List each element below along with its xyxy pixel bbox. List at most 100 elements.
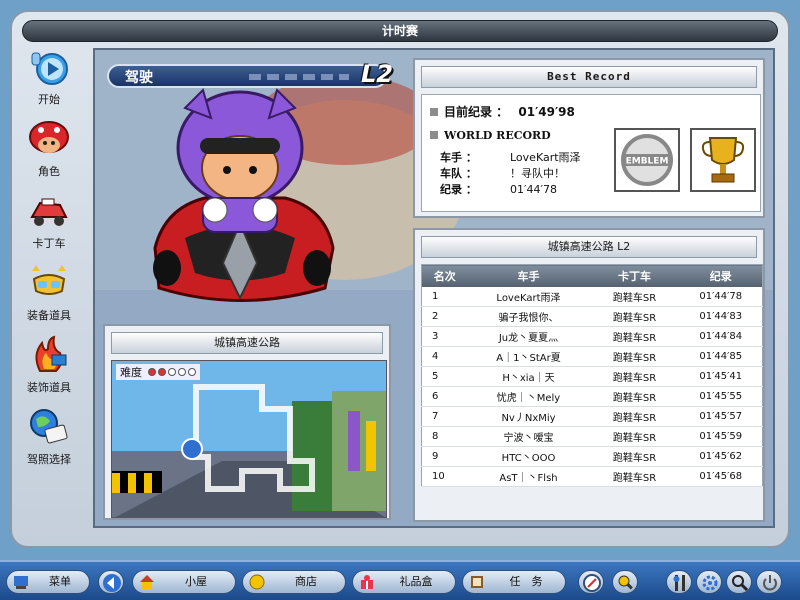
sidebar-label: 装饰道具 — [27, 381, 71, 394]
driver-cell: LoveKart雨泽 — [467, 286, 590, 307]
record-cell: 01′45′55 — [679, 386, 763, 407]
rank-cell: 9 — [421, 446, 468, 467]
record-key: 纪录 ： — [440, 183, 477, 196]
sidebar-label: 装备道具 — [27, 309, 71, 322]
tools-button[interactable] — [666, 570, 692, 594]
menu-icon — [14, 576, 28, 589]
kart-cell: 跑鞋车SR — [589, 366, 680, 387]
rank-cell: 4 — [421, 346, 468, 367]
table-row[interactable]: 9 HTC丶OOO 跑鞋车SR 01′45′62 — [421, 446, 763, 467]
table-row[interactable]: 2 骗子我恨你、 跑鞋车SR 01′44′83 — [421, 306, 763, 327]
ranking-panel: 城镇高速公路 L2 名次 车手 卡丁车 纪录 1 LoveKart雨泽 跑鞋车SR 0… — [413, 228, 765, 522]
best-record-header: Best Record — [421, 66, 757, 88]
table-row[interactable]: 1 LoveKart雨泽 跑鞋车SR 01′44′78 — [421, 286, 763, 307]
table-row[interactable]: 5 H丶xia｜天 跑鞋车SR 01′45′41 — [421, 366, 763, 387]
sidebar-label: 开始 — [38, 93, 60, 106]
item-icon — [618, 575, 633, 590]
house-icon — [140, 575, 154, 589]
rank-cell: 10 — [421, 466, 468, 487]
table-row[interactable]: 10 AsT｜丶Flsh 跑鞋车SR 01′45′68 — [421, 466, 763, 487]
gift-box-label: 礼品盒 — [399, 575, 433, 588]
sidebar-item-start[interactable]: 开始 — [14, 45, 84, 117]
kart-cell: 跑鞋车SR — [589, 306, 680, 327]
table-row[interactable]: 3 Ju龙丶夏夏灬 跑鞋车SR 01′44′84 — [421, 326, 763, 347]
home-button[interactable]: 小屋 — [132, 570, 236, 594]
sidebar-label: 卡丁车 — [32, 237, 66, 250]
ranking-title: 城镇高速公路 L2 — [421, 236, 757, 258]
kart-cell: 跑鞋车SR — [589, 286, 680, 307]
driver-cell: Ju龙丶夏夏灬 — [467, 326, 590, 347]
sidebar-item-kart[interactable]: 卡丁车 — [14, 189, 84, 261]
table-row[interactable]: 8 宁波丶嗳宝 跑鞋车SR 01′45′59 — [421, 426, 763, 447]
driver-cell: AsT｜丶Flsh — [467, 466, 590, 487]
rank-cell: 8 — [421, 426, 468, 447]
table-row[interactable]: 4 A｜1丶StAr夏 跑鞋车SR 01′44′85 — [421, 346, 763, 367]
gear-icon — [702, 575, 718, 591]
emblem-icon: EMBLEM — [621, 134, 673, 186]
license-icon — [30, 409, 68, 444]
kart-icon — [30, 198, 68, 226]
driver-cell: Nv丿NxMiy — [467, 406, 590, 427]
record-cell: 01′44′83 — [679, 306, 763, 327]
back-button[interactable] — [98, 570, 124, 594]
ranking-header-row: 名次 车手 卡丁车 纪录 — [421, 264, 763, 287]
table-row[interactable]: 7 Nv丿NxMiy 跑鞋车SR 01′45′57 — [421, 406, 763, 427]
driver-cell: 骗子我恨你、 — [467, 306, 590, 327]
current-record: 目前纪录 ： 01′49′98 — [430, 103, 575, 120]
difficulty-dot — [167, 368, 176, 376]
mission-button[interactable]: 任 务 — [462, 570, 566, 594]
best-record-panel: Best Record 目前纪录 ： 01′49′98 WORLD RECORD… — [413, 58, 765, 218]
tools-icon — [673, 575, 685, 591]
compass-button[interactable] — [578, 570, 604, 594]
item-button[interactable] — [612, 570, 638, 594]
column-record: 纪录 — [679, 264, 763, 287]
search-icon — [732, 575, 749, 592]
book-icon — [471, 576, 483, 588]
difficulty-label: 难度 — [120, 366, 142, 379]
world-record: WORLD RECORD — [430, 129, 551, 142]
coin-icon — [249, 574, 265, 590]
home-label: 小屋 — [185, 575, 207, 588]
settings-button[interactable] — [696, 570, 722, 594]
rank-cell: 5 — [421, 366, 468, 387]
mission-label: 任 务 — [509, 575, 543, 588]
kart-cell: 跑鞋车SR — [589, 466, 680, 487]
gift-icon — [361, 575, 373, 589]
sidebar-item-decoration[interactable]: 装饰道具 — [14, 333, 84, 405]
driver-label: 驾驶 — [125, 70, 153, 86]
power-button[interactable] — [756, 570, 782, 594]
table-row[interactable]: 6 忧虎｜丶Mely 跑鞋车SR 01′45′55 — [421, 386, 763, 407]
back-arrow-icon — [103, 574, 121, 592]
record-cell: 01′45′41 — [679, 366, 763, 387]
world-record-driver: 车手 ： LoveKart雨泽 — [440, 149, 581, 165]
main-area: 驾驶 L2 Best Record 目前纪录 ： 01′49′98 WORLD … — [93, 48, 775, 528]
world-record-team: 车队 ： ！寻队中！ — [440, 165, 565, 181]
best-record-body: 目前纪录 ： 01′49′98 WORLD RECORD 车手 ： LoveKar… — [421, 94, 761, 212]
team-value: ！寻队中！ — [510, 167, 565, 180]
gift-box-button[interactable]: 礼品盒 — [352, 570, 456, 594]
sidebar-item-character[interactable]: 角色 — [14, 117, 84, 189]
column-kart: 卡丁车 — [589, 264, 680, 287]
difficulty: 难度 — [116, 364, 200, 380]
shop-button[interactable]: 商店 — [242, 570, 346, 594]
driver-value: LoveKart雨泽 — [510, 151, 581, 164]
sidebar-item-license[interactable]: 驾照选择 — [14, 405, 84, 477]
record-value: 01′44′78 — [510, 183, 557, 196]
sidebar-item-equipment[interactable]: 装备道具 — [14, 261, 84, 333]
kart-cell: 跑鞋车SR — [589, 446, 680, 467]
rank-cell: 3 — [421, 326, 468, 347]
driver-bar: 驾驶 L2 — [107, 60, 393, 88]
record-cell: 01′44′85 — [679, 346, 763, 367]
search-button[interactable] — [726, 570, 752, 594]
track-preview: 难度 — [111, 360, 387, 518]
kart-cell: 跑鞋车SR — [589, 426, 680, 447]
record-cell: 01′45′57 — [679, 406, 763, 427]
menu-button[interactable]: 菜单 — [6, 570, 90, 594]
bullet-icon — [430, 131, 438, 139]
kart-cell: 跑鞋车SR — [589, 346, 680, 367]
driver-bar-stripes — [249, 74, 349, 80]
taskbar: 菜单 小屋 商店 礼品盒 任 务 — [0, 560, 800, 600]
sidebar-label: 驾照选择 — [27, 453, 71, 466]
trophy-badge — [690, 128, 756, 192]
record-cell: 01′45′68 — [679, 466, 763, 487]
